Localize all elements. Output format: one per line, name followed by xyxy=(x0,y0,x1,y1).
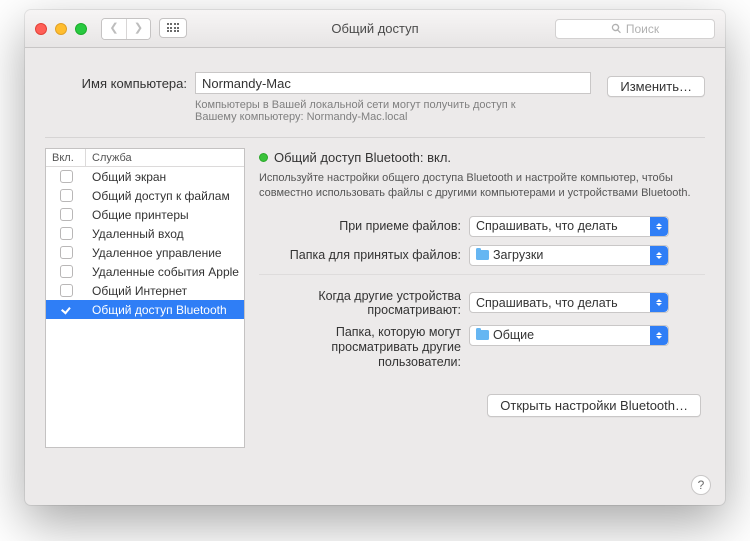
service-checkbox[interactable] xyxy=(60,246,73,259)
divider xyxy=(259,274,705,275)
service-row[interactable]: Общий доступ Bluetooth xyxy=(46,300,244,319)
service-label: Удаленное управление xyxy=(86,246,244,260)
public-folder-label: Папка, которую могут просматривать други… xyxy=(259,325,469,370)
browse-action-label: Когда другие устройства просматривают: xyxy=(259,289,469,317)
body: Вкл. Служба Общий экран Общий доступ к фа… xyxy=(45,148,705,448)
receive-action-label: При приеме файлов: xyxy=(259,219,469,233)
browse-action-select[interactable]: Спрашивать, что делать xyxy=(469,292,669,313)
service-label: Общие принтеры xyxy=(86,208,244,222)
status-row: Общий доступ Bluetooth: вкл. xyxy=(259,150,705,165)
status-title: Общий доступ Bluetooth: вкл. xyxy=(274,150,451,165)
service-label: Удаленные события Apple xyxy=(86,265,244,279)
col-header-on[interactable]: Вкл. xyxy=(46,149,86,166)
chevron-updown-icon xyxy=(650,326,668,345)
divider xyxy=(45,137,705,138)
minimize-icon[interactable] xyxy=(55,23,67,35)
grid-icon xyxy=(167,23,180,32)
bluetooth-browse-section: Когда другие устройства просматривают: С… xyxy=(259,289,705,370)
service-checkbox[interactable] xyxy=(60,265,73,278)
back-button[interactable]: ❮ xyxy=(102,19,126,39)
chevron-updown-icon xyxy=(650,246,668,265)
service-checkbox[interactable] xyxy=(60,208,73,221)
col-header-service[interactable]: Служба xyxy=(86,149,244,166)
traffic-lights xyxy=(35,23,87,35)
nav-controls: ❮ ❯ xyxy=(101,18,187,40)
close-icon[interactable] xyxy=(35,23,47,35)
service-row[interactable]: Удаленное управление xyxy=(46,243,244,262)
status-on-icon xyxy=(259,153,268,162)
search-placeholder: Поиск xyxy=(626,22,659,36)
service-checkbox[interactable] xyxy=(60,170,73,183)
service-checkbox[interactable] xyxy=(60,227,73,240)
receive-folder-value: Загрузки xyxy=(493,248,543,262)
receive-action-value: Спрашивать, что делать xyxy=(470,219,650,233)
chevron-updown-icon xyxy=(650,293,668,312)
edit-hostname-button[interactable]: Изменить… xyxy=(607,76,705,97)
public-folder-value: Общие xyxy=(493,328,534,342)
service-checkbox[interactable] xyxy=(60,189,73,202)
folder-icon xyxy=(476,250,489,260)
help-button[interactable]: ? xyxy=(691,475,711,495)
search-icon xyxy=(611,23,622,34)
receive-folder-label: Папка для принятых файлов: xyxy=(259,248,469,262)
receive-action-select[interactable]: Спрашивать, что делать xyxy=(469,216,669,237)
service-row[interactable]: Общий доступ к файлам xyxy=(46,186,244,205)
search-field[interactable]: Поиск xyxy=(555,19,715,39)
computer-name-help: Компьютеры в Вашей локальной сети могут … xyxy=(195,99,555,123)
chevron-updown-icon xyxy=(650,217,668,236)
services-list: Вкл. Служба Общий экран Общий доступ к фа… xyxy=(45,148,245,448)
bluetooth-receive-section: При приеме файлов: Спрашивать, что делат… xyxy=(259,216,705,266)
service-row[interactable]: Общие принтеры xyxy=(46,205,244,224)
titlebar: ❮ ❯ Общий доступ Поиск xyxy=(25,10,725,48)
service-label: Удаленный вход xyxy=(86,227,244,241)
computer-name-row: Имя компьютера: Компьютеры в Вашей локал… xyxy=(45,60,705,127)
service-label: Общий Интернет xyxy=(86,284,244,298)
service-row[interactable]: Общий экран xyxy=(46,167,244,186)
receive-folder-select[interactable]: Загрузки xyxy=(469,245,669,266)
service-label: Общий экран xyxy=(86,170,244,184)
service-checkbox[interactable] xyxy=(60,303,73,316)
service-label: Общий доступ Bluetooth xyxy=(86,303,244,317)
back-forward-segment: ❮ ❯ xyxy=(101,18,151,40)
service-checkbox[interactable] xyxy=(60,284,73,297)
status-help: Используйте настройки общего доступа Blu… xyxy=(259,171,705,202)
show-all-button[interactable] xyxy=(159,18,187,38)
open-bluetooth-prefs-button[interactable]: Открыть настройки Bluetooth… xyxy=(487,394,701,417)
service-row[interactable]: Общий Интернет xyxy=(46,281,244,300)
service-label: Общий доступ к файлам xyxy=(86,189,244,203)
computer-name-input[interactable] xyxy=(195,72,591,94)
computer-name-label: Имя компьютера: xyxy=(45,72,195,91)
service-detail-pane: Общий доступ Bluetooth: вкл. Используйте… xyxy=(259,148,705,448)
public-folder-select[interactable]: Общие xyxy=(469,325,669,346)
forward-button[interactable]: ❯ xyxy=(126,19,150,39)
content-area: Имя компьютера: Компьютеры в Вашей локал… xyxy=(25,48,725,460)
services-list-header: Вкл. Служба xyxy=(46,149,244,167)
zoom-icon[interactable] xyxy=(75,23,87,35)
folder-icon xyxy=(476,330,489,340)
sharing-prefpane-window: ❮ ❯ Общий доступ Поиск Имя компьютера: xyxy=(25,10,725,505)
browse-action-value: Спрашивать, что делать xyxy=(470,296,650,310)
service-row[interactable]: Удаленные события Apple xyxy=(46,262,244,281)
service-row[interactable]: Удаленный вход xyxy=(46,224,244,243)
